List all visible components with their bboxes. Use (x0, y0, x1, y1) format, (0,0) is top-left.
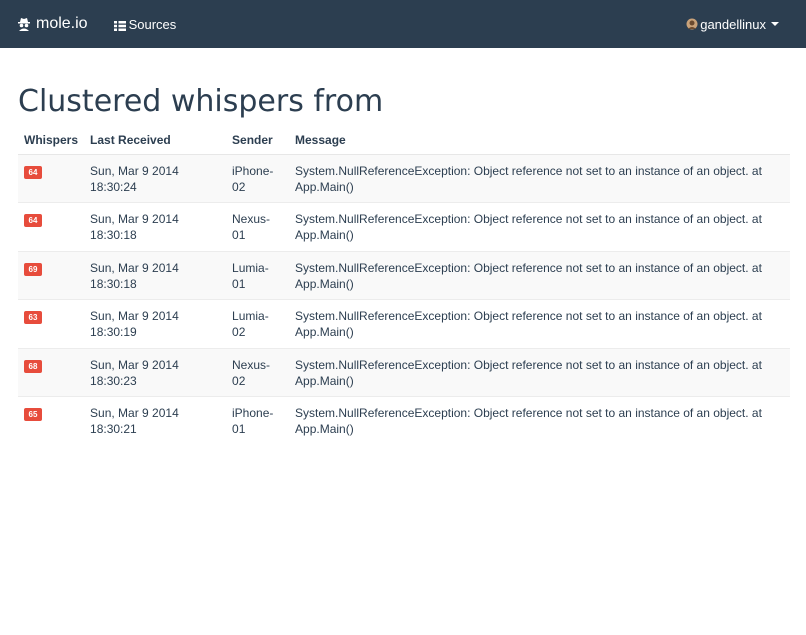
header-sender[interactable]: Sender (226, 126, 290, 155)
received-date: Sun, Mar 9 2014 (90, 309, 179, 323)
sender-cell: Nexus- 01 (226, 202, 290, 251)
sender-line-1: Lumia- (232, 260, 269, 275)
chevron-down-icon (771, 22, 779, 26)
sender-line-2: 02 (232, 325, 246, 339)
table-row[interactable]: 64 Sun, Mar 9 2014 18:30:18 Nexus- 01 Syst… (18, 202, 790, 251)
message-cell: System.NullReferenceException: Object re… (289, 250, 790, 300)
received-time: 18:30:23 (90, 373, 137, 388)
whispers-cell: 63 (18, 299, 85, 348)
received-time: 18:30:21 (90, 422, 137, 436)
whispers-cell: 68 (18, 347, 85, 397)
table-row[interactable]: 65 Sun, Mar 9 2014 18:30:21 iPhone- 01 Sys… (18, 396, 790, 445)
message-cell: System.NullReferenceException: Object re… (289, 153, 790, 203)
received-time: 18:30:18 (90, 276, 137, 291)
received-date: Sun, Mar 9 2014 (90, 406, 179, 420)
received-date: Sun, Mar 9 2014 (90, 260, 179, 275)
whispers-cell: 64 (18, 202, 85, 251)
message-cell: System.NullReferenceException: Object re… (289, 396, 790, 445)
received-date: Sun, Mar 9 2014 (90, 212, 179, 226)
sender-line-2: 02 (232, 373, 246, 388)
table-row[interactable]: 69 Sun, Mar 9 2014 18:30:18 Lumia- 01 Syst… (18, 250, 790, 300)
nav-sources[interactable]: Sources (113, 16, 177, 32)
count-badge: 63 (24, 311, 42, 324)
sender-cell: iPhone- 02 (226, 153, 290, 203)
whispers-table: Whispers Last Received Sender Message 64… (18, 126, 790, 445)
brand-name: mole.io (36, 15, 88, 32)
header-whispers[interactable]: Whispers (18, 126, 85, 155)
grid-icon (113, 19, 126, 31)
sender-cell: iPhone- 01 (226, 396, 290, 445)
received-date: Sun, Mar 9 2014 (90, 163, 179, 178)
sender-cell: Lumia- 01 (226, 250, 290, 300)
avatar (686, 18, 698, 30)
sender-line-1: Nexus- (232, 212, 271, 226)
sender-cell: Lumia- 02 (226, 299, 290, 348)
table-row[interactable]: 63 Sun, Mar 9 2014 18:30:19 Lumia- 02 Syst… (18, 299, 790, 348)
sender-line-2: 01 (232, 228, 246, 242)
sender-line-1: Nexus- (232, 357, 271, 372)
whispers-cell: 65 (18, 396, 85, 445)
received-cell: Sun, Mar 9 2014 18:30:23 (84, 347, 227, 397)
whispers-cell: 69 (18, 250, 85, 300)
header-message[interactable]: Message (289, 126, 790, 155)
count-badge: 64 (24, 165, 42, 179)
received-cell: Sun, Mar 9 2014 18:30:19 (84, 299, 227, 348)
count-badge: 65 (24, 408, 42, 421)
table-row[interactable]: 68 Sun, Mar 9 2014 18:30:23 Nexus- 02 Syst… (18, 347, 790, 397)
count-badge: 69 (24, 262, 42, 276)
brand-link[interactable]: mole.io (16, 15, 88, 33)
received-time: 18:30:18 (90, 228, 137, 242)
received-date: Sun, Mar 9 2014 (90, 357, 179, 372)
sender-line-2: 02 (232, 179, 246, 194)
sender-line-1: Lumia- (232, 309, 269, 323)
table-header-row: Whispers Last Received Sender Message (18, 126, 790, 155)
header-last-received[interactable]: Last Received (84, 126, 227, 155)
spy-icon (16, 17, 32, 31)
whispers-cell: 64 (18, 153, 85, 203)
received-time: 18:30:19 (90, 325, 137, 339)
nav-sources-label: Sources (128, 16, 177, 32)
received-cell: Sun, Mar 9 2014 18:30:18 (84, 202, 227, 251)
received-cell: Sun, Mar 9 2014 18:30:21 (84, 396, 227, 445)
message-cell: System.NullReferenceException: Object re… (289, 202, 790, 251)
received-cell: Sun, Mar 9 2014 18:30:18 (84, 250, 227, 300)
page-title: Clustered whispers from (18, 84, 384, 119)
message-cell: System.NullReferenceException: Object re… (289, 347, 790, 397)
sender-line-1: iPhone- (232, 406, 274, 420)
count-badge: 64 (24, 214, 42, 227)
received-time: 18:30:24 (90, 179, 137, 194)
count-badge: 68 (24, 359, 42, 373)
username: gandellinux (700, 16, 766, 32)
sender-line-2: 01 (232, 422, 246, 436)
sender-line-1: iPhone- (232, 163, 274, 178)
user-menu[interactable]: gandellinux (686, 0, 779, 48)
message-cell: System.NullReferenceException: Object re… (289, 299, 790, 348)
sender-line-2: 01 (232, 276, 246, 291)
main-content: Clustered whispers from Whispers Last Re… (0, 82, 806, 445)
table-row[interactable]: 64 Sun, Mar 9 2014 18:30:24 iPhone- 02 Sys… (18, 153, 790, 203)
received-cell: Sun, Mar 9 2014 18:30:24 (84, 153, 227, 203)
top-navbar: mole.io Sources gandellinux (0, 0, 806, 48)
sender-cell: Nexus- 02 (226, 347, 290, 397)
